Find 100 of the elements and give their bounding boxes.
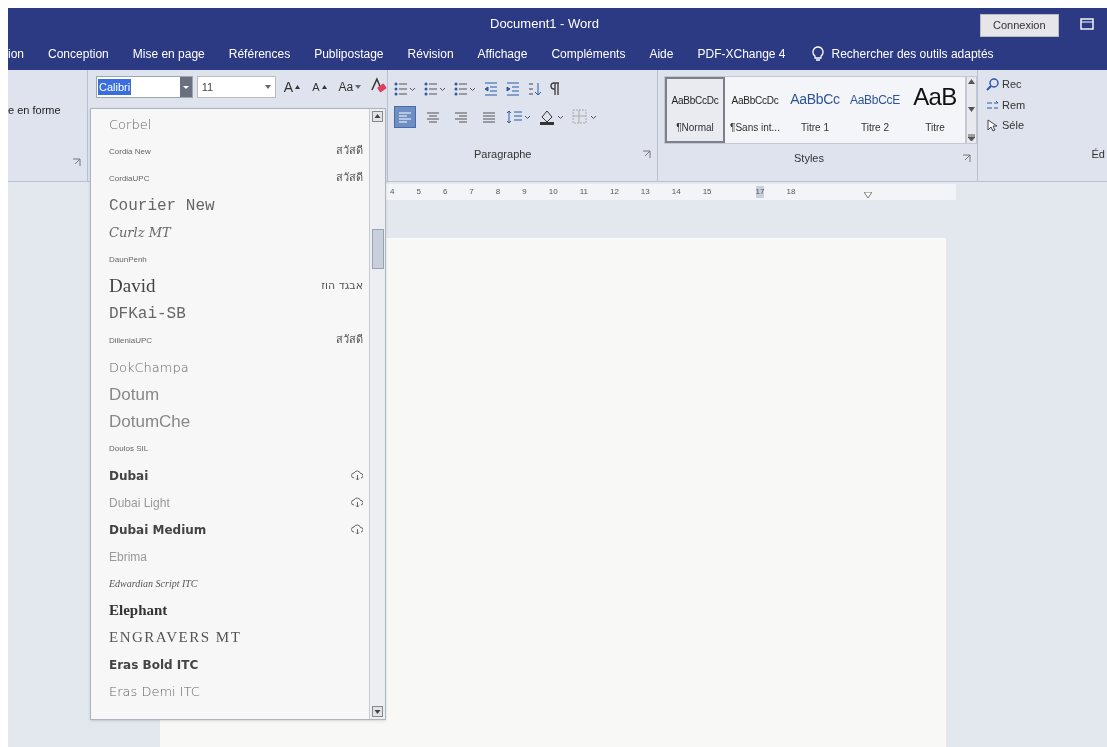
scroll-down-icon[interactable] xyxy=(372,706,383,717)
style-item[interactable]: AaBbCcDc ¶Sans int... xyxy=(725,77,785,143)
shrink-font-button[interactable]: A xyxy=(308,76,331,98)
style-preview: AaB xyxy=(913,85,957,109)
multilevel-list-icon[interactable] xyxy=(454,82,476,96)
ruler-number: 9 xyxy=(522,186,527,198)
numbering-icon[interactable] xyxy=(424,82,446,96)
scrollbar[interactable] xyxy=(369,109,385,719)
font-list-item[interactable]: DilleniaUPC xyxy=(109,334,153,347)
ruler-number: 5 xyxy=(416,186,421,198)
style-item[interactable]: AaB Titre xyxy=(905,77,965,143)
font-list-item[interactable]: Doulos SIL xyxy=(109,442,149,455)
sort-icon[interactable] xyxy=(528,82,542,96)
font-sample: สวัสดี xyxy=(336,332,363,349)
font-list-item[interactable]: Courier New xyxy=(109,193,215,218)
line-spacing-icon[interactable] xyxy=(506,110,532,124)
font-list-item[interactable]: DaunPenh xyxy=(109,253,147,266)
font-list-item[interactable]: DFKai-SB xyxy=(109,301,186,326)
font-list-item[interactable]: Elephant xyxy=(109,599,168,622)
caret-up-icon[interactable] xyxy=(321,85,327,89)
font-list-item[interactable]: DokChampa xyxy=(109,357,189,378)
bullets-icon[interactable] xyxy=(394,82,416,96)
ribbon-tab[interactable]: Affichage xyxy=(477,45,528,63)
ribbon-tab[interactable]: Révision xyxy=(407,45,454,63)
dialog-launcher-icon[interactable] xyxy=(642,149,651,159)
font-list-item[interactable]: Eras Demi ITC xyxy=(109,681,200,702)
ribbon-display-icon[interactable] xyxy=(1080,18,1094,30)
font-list-item[interactable]: Corbel xyxy=(109,114,152,135)
scroll-down-icon[interactable] xyxy=(968,106,975,112)
select-button[interactable]: Séle xyxy=(986,117,1107,134)
pilcrow-icon[interactable] xyxy=(550,82,560,96)
ribbon-tab[interactable]: Aide xyxy=(649,45,674,63)
style-preview: AaBbCcE xyxy=(850,92,900,109)
font-list-item[interactable]: Curlz MT xyxy=(109,222,171,243)
font-sample: אבגד הוז xyxy=(321,278,363,295)
scroll-thumb[interactable] xyxy=(371,229,384,269)
style-name: ¶Sans int... xyxy=(730,121,780,135)
font-size-value: 11 xyxy=(201,79,214,95)
font-list-item[interactable]: Edwardian Script ITC xyxy=(109,576,198,591)
group-label: e en forme xyxy=(8,103,62,118)
replace-button[interactable]: Rem xyxy=(986,96,1107,113)
style-name: Titre 2 xyxy=(861,121,889,135)
ribbon-tab[interactable]: ion xyxy=(8,45,24,63)
style-item[interactable]: AaBbCcE Titre 2 xyxy=(845,77,905,143)
ribbon-tab[interactable]: Mise en page xyxy=(132,45,205,63)
font-list-item[interactable]: Dubai Medium xyxy=(109,520,207,539)
caret-up-icon[interactable] xyxy=(295,85,301,89)
dialog-launcher-icon[interactable] xyxy=(72,158,81,167)
more-icon[interactable] xyxy=(968,134,975,141)
font-list-item[interactable]: CordiaUPC xyxy=(109,172,150,185)
font-list-item[interactable]: Eras Bold ITC xyxy=(109,655,199,674)
decrease-indent-icon[interactable] xyxy=(484,82,498,96)
ruler-number: 17 xyxy=(755,186,765,198)
ruler-number: 11 xyxy=(579,186,588,198)
style-item[interactable]: AaBbCc Titre 1 xyxy=(785,77,845,143)
ruler-number: 12 xyxy=(609,186,619,198)
selected-text: Calibri xyxy=(98,78,132,96)
ruler-number: 7 xyxy=(469,186,474,198)
font-list-item[interactable]: David xyxy=(109,272,156,301)
ruler-number: 4 xyxy=(390,186,395,198)
ribbon-tab[interactable]: Références xyxy=(228,45,291,63)
ribbon-tab[interactable]: Conception xyxy=(48,45,109,63)
grow-font-button[interactable]: A xyxy=(279,76,305,98)
font-list-item[interactable]: ENGRAVERS MT xyxy=(109,626,242,649)
style-preview: AaBbCcDc xyxy=(671,94,719,108)
style-preview: AaBbCc xyxy=(790,90,840,109)
dropdown-arrow-icon[interactable] xyxy=(264,85,271,89)
gallery-scrollbar[interactable] xyxy=(966,76,977,144)
cursor-icon[interactable] xyxy=(986,118,999,132)
sign-in-button[interactable]: Connexion xyxy=(980,14,1059,37)
ruler-number: 13 xyxy=(640,186,650,198)
dialog-launcher-icon[interactable] xyxy=(962,153,971,163)
ribbon-tab[interactable]: Publipostage xyxy=(314,45,384,63)
tell-me-field[interactable]: Rechercher des outils adaptés xyxy=(811,45,994,63)
lightbulb-icon[interactable] xyxy=(811,46,824,62)
font-name-field[interactable]: Calibri xyxy=(96,76,193,98)
style-name: Titre xyxy=(925,121,945,135)
window-title: Document1 - Word xyxy=(490,15,599,33)
shading-icon[interactable] xyxy=(538,109,566,125)
style-item[interactable]: AaBbCcDc ¶Normal xyxy=(665,77,725,143)
ribbon-tab[interactable]: Compléments xyxy=(551,45,626,63)
search-icon[interactable] xyxy=(986,77,999,91)
font-size-field[interactable]: 11 xyxy=(196,76,276,98)
caret-icon[interactable] xyxy=(355,85,362,89)
ruler-number: 14 xyxy=(671,186,681,198)
font-sample: สวัสดี xyxy=(336,170,363,187)
style-preview: AaBbCcDc xyxy=(731,94,779,108)
ribbon-tab[interactable]: PDF-XChange 4 xyxy=(697,45,786,63)
scroll-up-icon[interactable] xyxy=(372,111,383,122)
find-button[interactable]: Rec xyxy=(986,76,1107,93)
scroll-up-icon[interactable] xyxy=(968,79,975,84)
style-name: Titre 1 xyxy=(801,121,829,135)
ruler-number: 10 xyxy=(548,186,558,198)
style-name: ¶Normal xyxy=(676,121,714,135)
indent-marker-icon[interactable] xyxy=(864,192,872,200)
increase-indent-icon[interactable] xyxy=(506,82,520,96)
font-list-item[interactable]: Dubai xyxy=(109,466,149,485)
font-list-item[interactable]: Cordia New xyxy=(109,145,151,158)
clear-formatting-icon[interactable] xyxy=(369,76,387,94)
change-case-button[interactable]: Aa xyxy=(334,76,366,98)
